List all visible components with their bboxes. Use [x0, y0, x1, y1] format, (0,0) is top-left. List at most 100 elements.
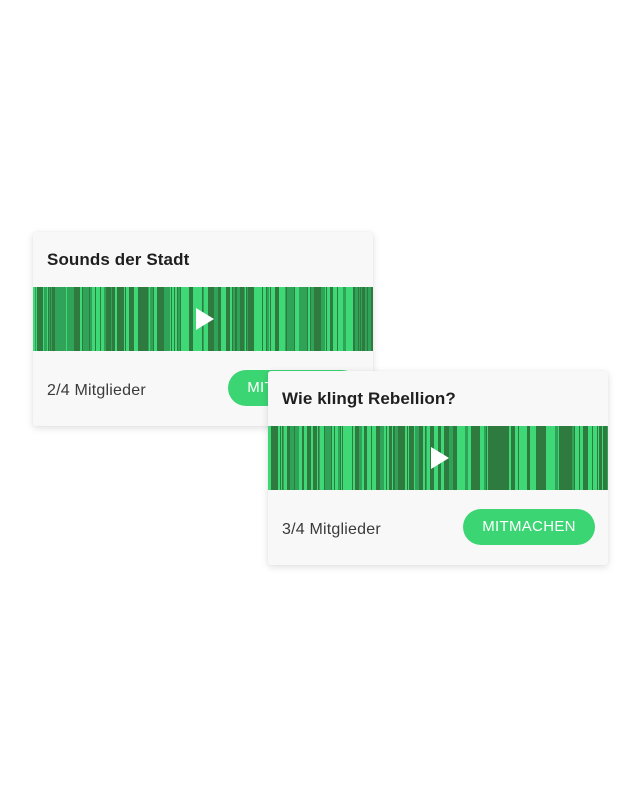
- group-card-wie-klingt-rebellion: Wie klingt Rebellion? 3/4 Mitglieder MIT…: [268, 371, 608, 565]
- waveform-stripe: [221, 287, 222, 351]
- waveform-stripe: [593, 426, 597, 490]
- waveform-stripe: [267, 287, 269, 351]
- waveform-stripe: [523, 426, 527, 490]
- waveform-stripe: [365, 287, 367, 351]
- waveform-stripe: [33, 287, 35, 351]
- waveform-stripe: [254, 287, 258, 351]
- waveform-stripe: [93, 287, 95, 351]
- waveform-stripe: [299, 426, 302, 490]
- waveform-stripe: [324, 287, 325, 351]
- waveform-stripe: [426, 426, 427, 490]
- waveform-stripe: [531, 426, 535, 490]
- waveform-stripe: [341, 287, 343, 351]
- waveform-stripe: [279, 287, 283, 351]
- waveform-stripe: [293, 287, 294, 351]
- waveform-stripe: [343, 426, 344, 490]
- waveform-stripe: [546, 426, 549, 490]
- waveform-stripe: [368, 426, 371, 490]
- waveform-stripe: [397, 426, 398, 490]
- waveform-stripe: [304, 426, 307, 490]
- waveform-stripe: [295, 426, 299, 490]
- waveform-stripe: [271, 287, 275, 351]
- waveform-stripe: [519, 426, 523, 490]
- play-icon[interactable]: [431, 447, 449, 469]
- audio-waveform[interactable]: [268, 426, 608, 490]
- waveform-stripe: [572, 426, 574, 490]
- waveform-stripe: [332, 426, 334, 490]
- waveform-stripe: [247, 287, 248, 351]
- waveform-stripe: [230, 287, 232, 351]
- waveform-stripe: [287, 287, 290, 351]
- waveform-stripe: [66, 287, 67, 351]
- waveform-stripe: [170, 287, 171, 351]
- waveform-stripe: [124, 287, 125, 351]
- waveform-stripe: [36, 287, 37, 351]
- waveform-stripe: [308, 287, 310, 351]
- waveform-stripe: [333, 287, 337, 351]
- waveform-stripe: [43, 287, 44, 351]
- waveform-stripe: [321, 287, 324, 351]
- waveform-stripe: [284, 426, 287, 490]
- waveform-stripe: [311, 287, 314, 351]
- waveform-stripe: [423, 426, 425, 490]
- waveform-stripe: [555, 426, 558, 490]
- waveform-stripe: [405, 426, 407, 490]
- waveform-stripe: [258, 287, 262, 351]
- waveform-stripe: [214, 287, 218, 351]
- waveform-stripe: [101, 287, 104, 351]
- audio-waveform[interactable]: [33, 287, 373, 351]
- waveform-stripe: [468, 426, 471, 490]
- waveform-stripe: [325, 287, 326, 351]
- waveform-stripe: [549, 426, 551, 490]
- waveform-stripe: [222, 287, 226, 351]
- waveform-stripe: [285, 287, 286, 351]
- waveform-stripe: [35, 287, 36, 351]
- waveform-stripe: [359, 287, 360, 351]
- waveform-stripe: [487, 426, 488, 490]
- waveform-stripe: [484, 426, 486, 490]
- waveform-stripe: [166, 287, 170, 351]
- waveform-stripe: [335, 426, 338, 490]
- waveform-stripe: [67, 287, 71, 351]
- waveform-stripe: [392, 426, 393, 490]
- member-count: 3/4 Mitglieder: [282, 521, 381, 538]
- waveform-stripe: [359, 426, 362, 490]
- waveform-stripe: [607, 426, 608, 490]
- waveform-stripe: [269, 287, 270, 351]
- waveform-stripe: [96, 287, 100, 351]
- waveform-stripe: [361, 287, 362, 351]
- waveform-stripe: [362, 426, 364, 490]
- waveform-stripe: [344, 426, 348, 490]
- waveform-stripe: [278, 426, 280, 490]
- waveform-stripe: [105, 287, 106, 351]
- waveform-stripe: [244, 287, 245, 351]
- waveform-stripe: [480, 426, 484, 490]
- waveform-stripe: [368, 287, 371, 351]
- waveform-stripe: [87, 287, 89, 351]
- waveform-stripe: [598, 426, 599, 490]
- waveform-stripe: [47, 287, 48, 351]
- waveform-stripe: [535, 426, 536, 490]
- waveform-stripe: [462, 426, 465, 490]
- member-count: 2/4 Mitglieder: [47, 382, 146, 399]
- waveform-stripe: [49, 287, 50, 351]
- waveform-stripe: [268, 426, 271, 490]
- card-title: Wie klingt Rebellion?: [282, 389, 456, 408]
- waveform-stripe: [164, 287, 166, 351]
- waveform-stripe: [51, 287, 52, 351]
- waveform-stripe: [290, 426, 294, 490]
- waveform-stripe: [283, 287, 285, 351]
- waveform-stripe: [415, 426, 419, 490]
- waveform-stripe: [281, 426, 282, 490]
- waveform-stripe: [90, 287, 92, 351]
- waveform-stripe: [104, 287, 105, 351]
- waveform-stripe: [115, 287, 117, 351]
- waveform-stripe: [449, 426, 453, 490]
- waveform-stripe: [321, 426, 324, 490]
- waveform-stripe: [154, 287, 157, 351]
- waveform-stripe: [353, 426, 355, 490]
- join-button[interactable]: MITMACHEN: [463, 509, 595, 545]
- waveform-stripe: [303, 287, 307, 351]
- waveform-stripe: [233, 287, 235, 351]
- play-icon[interactable]: [196, 308, 214, 330]
